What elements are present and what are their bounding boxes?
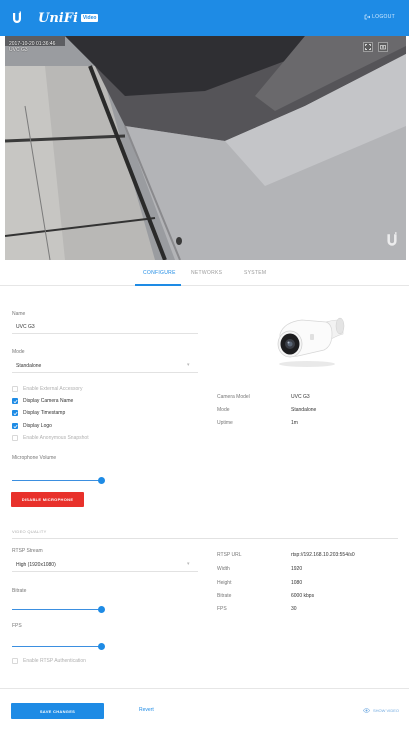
feed-scene: [5, 36, 406, 260]
bitrate-label: Bitrate: [12, 588, 27, 594]
rtsp-stream-underline: [12, 571, 198, 572]
logout-icon: [364, 14, 371, 20]
logout-label: Logout: [372, 14, 395, 20]
checkbox-label: Enable RTSP Authentication: [23, 658, 86, 664]
top-bar: UniFi Video Logout: [0, 0, 409, 36]
info-value: 1080: [291, 580, 303, 586]
checkbox-label: Display Timestamp: [23, 410, 66, 416]
fps-label: FPS: [12, 623, 22, 629]
checkbox-label: Enable Anonymous Snapshot: [23, 435, 89, 441]
snapshot-button[interactable]: [378, 42, 388, 52]
tab-networks[interactable]: Networks: [191, 270, 222, 276]
checkbox-display-logo[interactable]: Display Logo: [12, 422, 52, 430]
feed-overlay: 2017-10-20 01:36:46 UVC G3: [9, 41, 55, 53]
save-changes-button[interactable]: Save Changes: [11, 703, 104, 719]
rtsp-stream-select[interactable]: High (1920x1080): [16, 562, 56, 568]
checkbox-display-camera-name[interactable]: Display Camera Name: [12, 397, 73, 405]
checkbox-enable-rtsp-authentication[interactable]: Enable RTSP Authentication: [12, 657, 86, 665]
info-label: Width: [217, 566, 230, 572]
section-divider: [12, 538, 398, 539]
checkbox-display-timestamp[interactable]: Display Timestamp: [12, 409, 65, 417]
info-value: Standalone: [291, 407, 317, 413]
info-label: RTSP URL: [217, 552, 242, 558]
info-label: FPS: [217, 606, 227, 612]
name-input[interactable]: UVC G3: [16, 324, 35, 330]
info-value: 1m: [291, 420, 298, 426]
camera-icon: [266, 312, 348, 373]
fullscreen-button[interactable]: [363, 42, 373, 52]
tab-system[interactable]: System: [244, 270, 266, 276]
feed-watermark: [384, 231, 400, 254]
bitrate-slider[interactable]: [12, 609, 102, 610]
section-title: Video Quality: [12, 529, 47, 534]
ubiquiti-u-icon: [387, 232, 397, 246]
info-value: 6000 kbps: [291, 593, 315, 599]
snapshot-icon: [380, 45, 386, 50]
checkbox-enable-external-accessory[interactable]: Enable External Accessory: [12, 385, 82, 393]
mode-select[interactable]: Standalone: [16, 363, 41, 369]
checkmark-icon: [12, 398, 18, 404]
chevron-down-icon: ▾: [187, 561, 190, 567]
checkbox-label: Enable External Accessory: [23, 386, 83, 392]
tab-configure[interactable]: Configure: [143, 270, 176, 276]
info-value: 1920: [291, 566, 303, 572]
microphone-volume-slider[interactable]: [12, 480, 102, 481]
rtsp-stream-label: RTSP Stream: [12, 548, 43, 554]
name-input-underline: [12, 333, 198, 334]
rtsp-url-value[interactable]: rtsp://192.168.10.203:554/s0: [291, 552, 355, 558]
logout-button[interactable]: Logout: [364, 14, 395, 20]
active-tab-indicator: [135, 284, 181, 286]
microphone-volume-label: Microphone Volume: [12, 455, 57, 461]
feed-camera-name: UVC G3: [9, 47, 28, 53]
checkbox-unchecked-icon: [12, 658, 18, 664]
mode-select-underline: [12, 372, 198, 373]
footer-bar: Save Changes Revert Show Video: [0, 688, 409, 734]
info-value: UVC G3: [291, 394, 310, 400]
checkbox-unchecked-icon: [12, 386, 18, 392]
fps-slider-handle[interactable]: [98, 643, 105, 650]
show-video-label: Show Video: [372, 708, 399, 713]
disable-microphone-button[interactable]: Disable Microphone: [11, 492, 84, 507]
show-video-button[interactable]: Show Video: [362, 708, 399, 713]
brand-logo: UniFi Video: [38, 10, 99, 26]
info-label: Camera Model: [217, 394, 250, 400]
info-label: Mode: [217, 407, 230, 413]
revert-link[interactable]: Revert: [139, 707, 154, 713]
checkbox-unchecked-icon: [12, 435, 18, 441]
name-label: Name: [12, 311, 26, 317]
info-label: Height: [217, 580, 232, 586]
brand-badge: Video: [80, 14, 99, 22]
info-label: Uptime: [217, 420, 233, 426]
mode-label: Mode: [12, 349, 25, 355]
fullscreen-icon: [365, 44, 371, 50]
eye-icon: [362, 708, 370, 713]
ubiquiti-u-icon[interactable]: [6, 7, 28, 29]
info-label: Bitrate: [217, 593, 232, 599]
checkmark-icon: [12, 410, 18, 416]
chevron-down-icon: ▾: [187, 362, 190, 368]
info-value: 30: [291, 606, 297, 612]
microphone-volume-handle[interactable]: [98, 477, 105, 484]
fps-slider[interactable]: [12, 646, 102, 647]
settings-tabs: Configure Networks System: [0, 264, 409, 286]
checkbox-enable-anonymous-snapshot[interactable]: Enable Anonymous Snapshot: [12, 434, 89, 442]
checkbox-label: Display Logo: [23, 423, 52, 429]
bitrate-slider-handle[interactable]: [98, 606, 105, 613]
camera-feed[interactable]: 2017-10-20 01:36:46 UVC G3: [5, 36, 406, 260]
brand-name: UniFi: [38, 10, 78, 26]
checkmark-icon: [12, 423, 18, 429]
checkbox-label: Display Camera Name: [23, 398, 74, 404]
